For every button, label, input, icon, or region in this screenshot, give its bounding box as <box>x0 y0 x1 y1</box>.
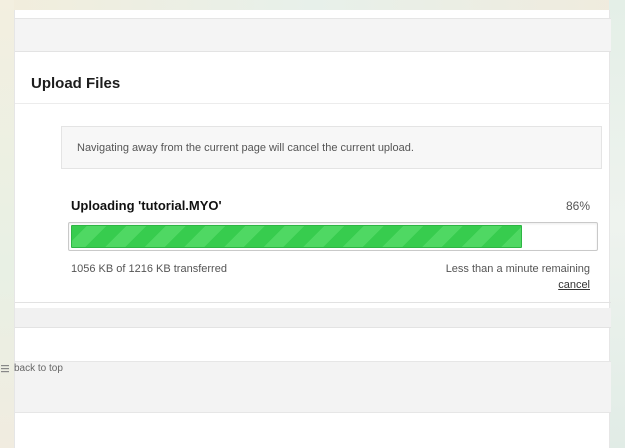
upload-panel: Upload Files Navigating away from the cu… <box>14 10 611 448</box>
content-footer-band <box>15 308 611 328</box>
section-divider <box>15 302 611 303</box>
back-to-top-link[interactable]: back to top <box>0 363 63 374</box>
back-to-top-label: back to top <box>14 363 63 374</box>
background-top <box>0 0 625 10</box>
title-divider <box>15 103 611 104</box>
upload-percent: 86% <box>565 199 590 213</box>
background-left <box>0 0 14 448</box>
arrow-up-lines-icon <box>0 364 10 374</box>
upload-filename-label: Uploading 'tutorial.MYO' <box>71 198 222 213</box>
navigation-warning-notice: Navigating away from the current page wi… <box>61 126 602 169</box>
page-title: Upload Files <box>31 75 121 92</box>
cancel-upload-link[interactable]: cancel <box>558 279 590 291</box>
top-bar <box>15 18 611 52</box>
background-right <box>609 0 625 448</box>
time-remaining: Less than a minute remaining <box>445 263 590 275</box>
page-footer <box>15 361 611 413</box>
transferred-amount: 1056 KB of 1216 KB transferred <box>71 263 227 275</box>
upload-progress-fill <box>71 225 522 248</box>
upload-progress-bar <box>68 222 598 251</box>
